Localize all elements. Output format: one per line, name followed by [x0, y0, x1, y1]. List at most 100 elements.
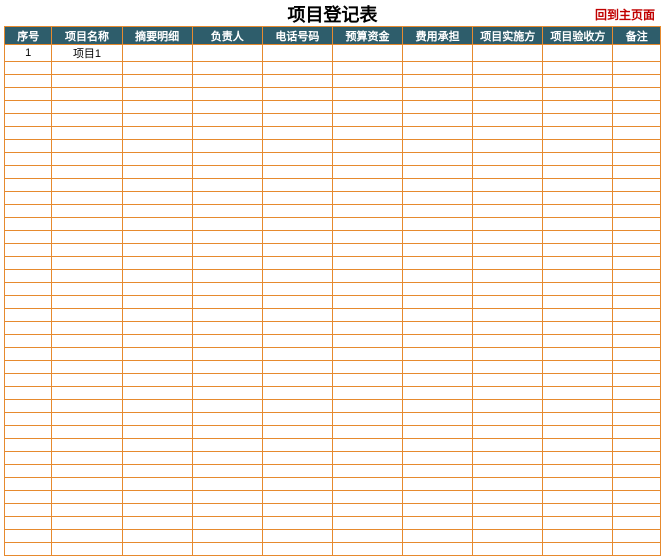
table-cell[interactable] — [473, 283, 543, 296]
table-cell[interactable] — [473, 517, 543, 530]
table-cell[interactable] — [403, 335, 473, 348]
table-cell[interactable] — [5, 452, 52, 465]
table-cell[interactable] — [52, 309, 122, 322]
table-cell[interactable] — [192, 45, 262, 62]
table-cell[interactable] — [332, 231, 402, 244]
table-cell[interactable] — [52, 153, 122, 166]
table-cell[interactable] — [192, 166, 262, 179]
table-cell[interactable] — [473, 101, 543, 114]
table-cell[interactable] — [192, 88, 262, 101]
table-cell[interactable] — [473, 153, 543, 166]
table-cell[interactable] — [52, 283, 122, 296]
table-cell[interactable] — [543, 309, 613, 322]
table-cell[interactable] — [403, 361, 473, 374]
table-cell[interactable] — [473, 45, 543, 62]
table-cell[interactable] — [613, 166, 661, 179]
table-cell[interactable] — [262, 361, 332, 374]
table-cell[interactable] — [613, 400, 661, 413]
table-cell[interactable] — [332, 452, 402, 465]
table-cell[interactable] — [52, 244, 122, 257]
table-cell[interactable] — [262, 452, 332, 465]
table-cell[interactable] — [122, 218, 192, 231]
table-cell[interactable] — [192, 543, 262, 556]
table-cell[interactable] — [122, 88, 192, 101]
table-cell[interactable] — [473, 348, 543, 361]
table-cell[interactable] — [403, 127, 473, 140]
table-cell[interactable] — [473, 270, 543, 283]
table-cell[interactable] — [613, 426, 661, 439]
table-cell[interactable] — [332, 361, 402, 374]
table-cell[interactable] — [473, 205, 543, 218]
table-cell[interactable] — [122, 400, 192, 413]
table-cell[interactable] — [332, 426, 402, 439]
table-cell[interactable] — [52, 348, 122, 361]
table-cell[interactable] — [543, 75, 613, 88]
table-cell[interactable] — [262, 218, 332, 231]
table-cell[interactable] — [122, 309, 192, 322]
table-cell[interactable] — [5, 283, 52, 296]
table-cell[interactable] — [5, 374, 52, 387]
table-cell[interactable] — [52, 413, 122, 426]
table-cell[interactable] — [543, 439, 613, 452]
table-cell[interactable] — [262, 400, 332, 413]
table-cell[interactable] — [332, 374, 402, 387]
table-cell[interactable] — [262, 374, 332, 387]
table-cell[interactable] — [192, 179, 262, 192]
table-cell[interactable] — [122, 465, 192, 478]
table-cell[interactable] — [5, 88, 52, 101]
table-cell[interactable] — [403, 140, 473, 153]
table-cell[interactable] — [192, 205, 262, 218]
table-cell[interactable] — [52, 530, 122, 543]
table-cell[interactable] — [403, 179, 473, 192]
table-cell[interactable] — [5, 309, 52, 322]
table-cell[interactable] — [332, 140, 402, 153]
table-cell[interactable] — [543, 348, 613, 361]
table-cell[interactable] — [543, 257, 613, 270]
table-cell[interactable] — [122, 127, 192, 140]
table-cell[interactable] — [543, 413, 613, 426]
table-cell[interactable]: 项目1 — [52, 45, 122, 62]
table-cell[interactable] — [403, 283, 473, 296]
table-cell[interactable] — [332, 257, 402, 270]
table-cell[interactable] — [5, 504, 52, 517]
table-cell[interactable] — [332, 517, 402, 530]
table-cell[interactable] — [192, 530, 262, 543]
table-cell[interactable] — [543, 426, 613, 439]
table-cell[interactable] — [52, 257, 122, 270]
table-cell[interactable] — [613, 101, 661, 114]
table-cell[interactable] — [543, 205, 613, 218]
table-cell[interactable] — [403, 517, 473, 530]
table-cell[interactable] — [403, 75, 473, 88]
table-cell[interactable] — [192, 478, 262, 491]
table-cell[interactable] — [613, 530, 661, 543]
table-cell[interactable] — [192, 491, 262, 504]
table-cell[interactable] — [613, 127, 661, 140]
table-cell[interactable] — [332, 127, 402, 140]
table-cell[interactable] — [613, 504, 661, 517]
table-cell[interactable] — [543, 335, 613, 348]
table-cell[interactable] — [543, 127, 613, 140]
table-cell[interactable] — [332, 179, 402, 192]
table-cell[interactable] — [403, 257, 473, 270]
table-cell[interactable] — [52, 179, 122, 192]
table-cell[interactable] — [332, 270, 402, 283]
table-cell[interactable] — [332, 45, 402, 62]
table-cell[interactable] — [403, 101, 473, 114]
table-cell[interactable] — [403, 231, 473, 244]
table-cell[interactable] — [613, 62, 661, 75]
table-cell[interactable] — [403, 478, 473, 491]
table-cell[interactable] — [5, 140, 52, 153]
table-cell[interactable] — [543, 361, 613, 374]
table-cell[interactable] — [192, 270, 262, 283]
table-cell[interactable] — [52, 439, 122, 452]
table-cell[interactable] — [543, 88, 613, 101]
table-cell[interactable] — [332, 309, 402, 322]
table-cell[interactable] — [262, 153, 332, 166]
table-cell[interactable] — [52, 491, 122, 504]
table-cell[interactable] — [543, 101, 613, 114]
table-cell[interactable] — [332, 296, 402, 309]
table-cell[interactable] — [192, 374, 262, 387]
table-cell[interactable] — [332, 478, 402, 491]
table-cell[interactable] — [5, 322, 52, 335]
table-cell[interactable] — [122, 45, 192, 62]
